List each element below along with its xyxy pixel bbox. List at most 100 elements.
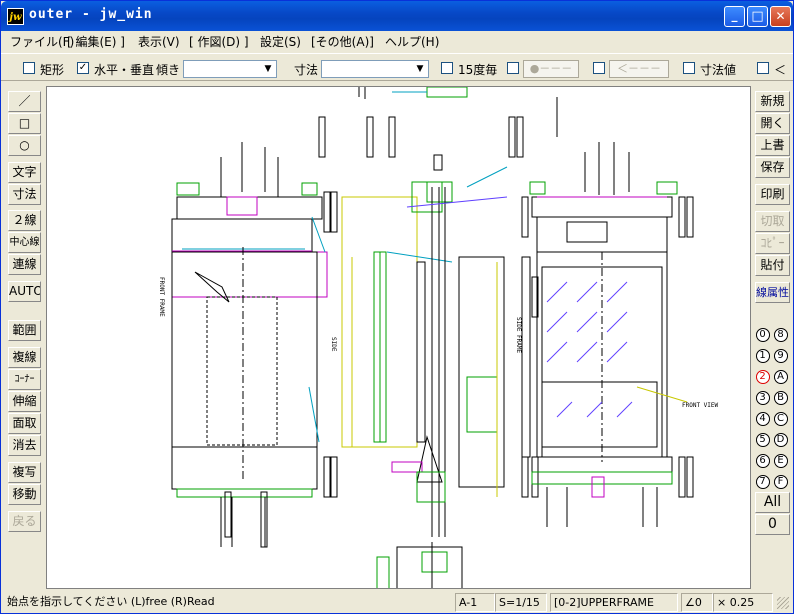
status-bar: 始点を指示してください (L)free (R)Read A-1 S=1/15 [… xyxy=(1,591,793,613)
status-zoom[interactable]: × 0.25 xyxy=(713,593,773,612)
layer-4-button[interactable]: 4 xyxy=(754,407,771,427)
save-button[interactable]: 保存 xyxy=(755,157,790,178)
layer-1-button[interactable]: 1 xyxy=(754,344,771,364)
layer-b-button[interactable]: B xyxy=(772,386,789,406)
arrow-mode-button[interactable]: ＜－－－ xyxy=(609,60,669,78)
line-tool-button[interactable]: ／ xyxy=(8,91,41,112)
status-layer[interactable]: [0-2]UPPERFRAME xyxy=(550,593,678,612)
menu-view[interactable]: 表示(V) xyxy=(138,33,180,50)
menu-edit[interactable]: [ 編集(E) ] xyxy=(67,33,125,50)
layer-f-button[interactable]: F xyxy=(772,470,789,490)
overwrite-button[interactable]: 上書 xyxy=(755,135,790,156)
minimize-button[interactable]: _ xyxy=(724,6,745,27)
right-command-palette: 新規 開く 上書 保存 印刷 切取 ｺﾋﾟｰ 貼付 線属性 0 8 1 9 2 … xyxy=(752,87,792,587)
drawing-text-front-frame: FRONT FRAME xyxy=(158,277,165,317)
copy-tool-button[interactable]: 複写 xyxy=(8,462,41,483)
undo-button[interactable]: 戻る xyxy=(8,511,41,532)
layer-8-button[interactable]: 8 xyxy=(772,323,789,343)
double-line-tool-button[interactable]: ２線 xyxy=(8,210,41,231)
circle-tool-button[interactable]: ○ xyxy=(8,135,41,156)
menu-settings[interactable]: 設定(S) xyxy=(260,33,301,50)
layer-all-button[interactable]: All xyxy=(755,492,790,513)
chevron-down-icon: ▼ xyxy=(264,64,272,74)
circle-mode-checkbox[interactable] xyxy=(507,62,519,74)
glass-hatch xyxy=(546,281,633,418)
line-attribute-button[interactable]: 線属性 xyxy=(755,282,790,303)
layer-d-button[interactable]: D xyxy=(772,428,789,448)
chevron-down-icon: ▼ xyxy=(416,64,424,74)
chamfer-tool-button[interactable]: 面取 xyxy=(8,413,41,434)
window-title: outer - jw_win xyxy=(29,7,153,22)
layer-0-button[interactable]: 0 xyxy=(754,323,771,343)
minimize-icon: _ xyxy=(731,8,738,22)
maximize-icon: □ xyxy=(751,9,764,24)
move-tool-button[interactable]: 移動 xyxy=(8,484,41,505)
dimension-tool-button[interactable]: 寸法 xyxy=(8,184,41,205)
erase-tool-button[interactable]: 消去 xyxy=(8,435,41,456)
dimval-checkbox[interactable] xyxy=(683,62,695,74)
dimval-label: 寸法値 xyxy=(700,63,737,77)
cut-button[interactable]: 切取 xyxy=(755,211,790,232)
status-message: 始点を指示してください (L)free (R)Read xyxy=(7,595,215,608)
dim-label: 寸法 xyxy=(294,63,319,77)
hv-checkbox[interactable]: ✓ xyxy=(77,62,89,74)
continuous-line-tool-button[interactable]: 連線 xyxy=(8,254,41,275)
stretch-tool-button[interactable]: 伸縮 xyxy=(8,391,41,412)
center-line-tool-button[interactable]: 中心線 xyxy=(8,232,41,253)
option-toolbar: 矩形 ✓ 水平・垂直 傾き ▼ 寸法 ▼ 15度毎 ●－－－ ＜－－－ 寸法値 … xyxy=(1,53,793,81)
open-button[interactable]: 開く xyxy=(755,113,790,134)
drawing-text-side-frame: SIDE FRAME xyxy=(515,317,522,354)
bottom-fragment xyxy=(376,542,463,588)
paste-button[interactable]: 貼付 xyxy=(755,255,790,276)
arrow-mode-checkbox[interactable] xyxy=(593,62,605,74)
status-paper-size[interactable]: A-1 xyxy=(455,593,495,612)
cad-drawing: FRONT FRAME SIDE SIDE FRAME FRONT VIEW xyxy=(158,87,719,588)
hv-label: 水平・垂直 xyxy=(94,63,155,77)
close-icon: ✕ xyxy=(775,9,786,23)
app-window: jw outer - jw_win _ □ ✕ ファイル(F) [ 編集(E) … xyxy=(0,0,794,614)
layer-5-button[interactable]: 5 xyxy=(754,428,771,448)
drawing-canvas[interactable]: FRONT FRAME SIDE SIDE FRAME FRONT VIEW xyxy=(46,86,751,589)
layer-a-button[interactable]: A xyxy=(772,365,789,385)
title-bar[interactable]: jw outer - jw_win _ □ ✕ xyxy=(1,1,793,31)
layer-6-button[interactable]: 6 xyxy=(754,449,771,469)
rect-checkbox[interactable] xyxy=(23,62,35,74)
status-scale[interactable]: S=1/15 xyxy=(495,593,547,612)
close-button[interactable]: ✕ xyxy=(770,6,791,27)
corner-tool-button[interactable]: ｺｰﾅｰ xyxy=(8,369,41,390)
new-button[interactable]: 新規 xyxy=(755,91,790,112)
layer-9-button[interactable]: 9 xyxy=(772,344,789,364)
offset-tool-button[interactable]: 複線 xyxy=(8,347,41,368)
layer-c-button[interactable]: C xyxy=(772,407,789,427)
circle-mode-button[interactable]: ●－－－ xyxy=(523,60,579,78)
jw-app-icon: jw xyxy=(7,8,24,25)
menu-bar: ファイル(F) [ 編集(E) ] 表示(V) [ 作図(D) ] 設定(S) … xyxy=(1,31,793,51)
menu-file[interactable]: ファイル(F) xyxy=(10,33,74,50)
print-button[interactable]: 印刷 xyxy=(755,184,790,205)
text-tool-button[interactable]: 文字 xyxy=(8,162,41,183)
menu-help[interactable]: ヘルプ(H) xyxy=(385,33,439,50)
layer-2-button[interactable]: 2 xyxy=(754,365,771,385)
extra-checkbox[interactable] xyxy=(757,62,769,74)
dim-select[interactable]: ▼ xyxy=(321,60,429,78)
resize-grip-icon[interactable] xyxy=(777,597,789,609)
rect-tool-button[interactable]: □ xyxy=(8,113,41,134)
deg15-checkbox[interactable] xyxy=(441,62,453,74)
front-view: FRONT VIEW xyxy=(521,142,719,527)
layer-e-button[interactable]: E xyxy=(772,449,789,469)
tilt-select[interactable]: ▼ xyxy=(183,60,277,78)
extra-label: ＜ xyxy=(774,63,787,77)
left-elevation-view: FRONT FRAME xyxy=(158,142,338,548)
copy-button[interactable]: ｺﾋﾟｰ xyxy=(755,233,790,254)
layer-3-button[interactable]: 3 xyxy=(754,386,771,406)
layer-group-button[interactable]: 0 xyxy=(755,514,790,535)
top-fragment xyxy=(318,87,558,158)
auto-tool-button[interactable]: AUTO xyxy=(8,281,41,302)
menu-draw[interactable]: [ 作図(D) ] xyxy=(189,33,249,50)
menu-other[interactable]: [その他(A)] xyxy=(311,33,374,50)
range-tool-button[interactable]: 範囲 xyxy=(8,320,41,341)
maximize-button[interactable]: □ xyxy=(747,6,768,27)
rect-label: 矩形 xyxy=(40,63,65,77)
status-angle[interactable]: ∠0 xyxy=(681,593,713,612)
layer-7-button[interactable]: 7 xyxy=(754,470,771,490)
